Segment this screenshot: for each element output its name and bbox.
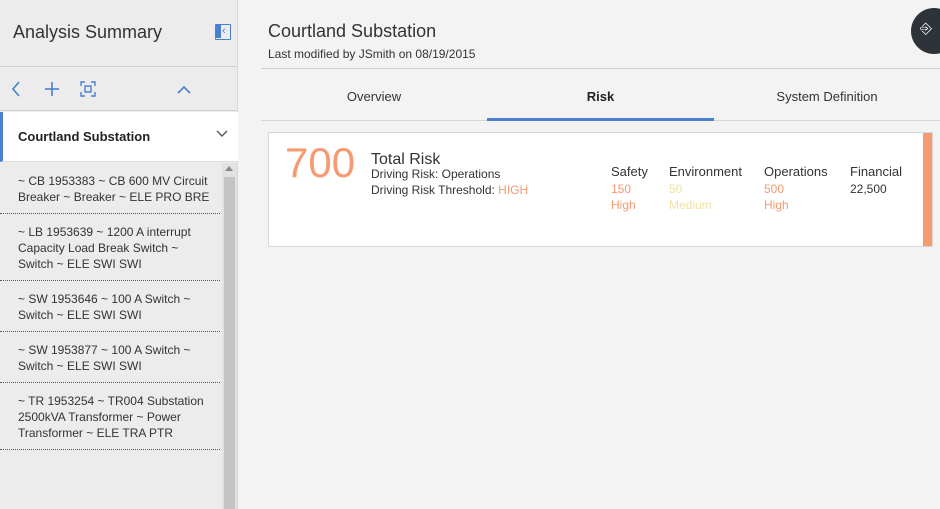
list-item[interactable]: ~ LB 1953639 ~ 1200 A interrupt Capacity…: [0, 214, 220, 281]
asset-list: ~ CB 1953383 ~ CB 600 MV Circuit Breaker…: [0, 163, 222, 509]
metric-financial: Financial 22,500: [850, 164, 902, 197]
back-icon[interactable]: [4, 67, 28, 111]
collapse-panel-icon[interactable]: ‹: [215, 24, 231, 40]
total-risk-value: 700: [285, 139, 356, 186]
list-item[interactable]: ~ CB 1953383 ~ CB 600 MV Circuit Breaker…: [0, 163, 220, 214]
metric-safety: Safety 150 High: [611, 164, 648, 213]
metric-environment: Environment 50 Medium: [669, 164, 742, 213]
tab-bar: Overview Risk System Definition: [261, 72, 940, 121]
chevron-up-icon[interactable]: [172, 67, 196, 111]
focus-icon[interactable]: [76, 67, 100, 111]
sidebar-toolbar: [0, 67, 237, 111]
list-scrollbar[interactable]: [222, 163, 237, 509]
risk-color-indicator: [923, 133, 932, 246]
sidebar: Analysis Summary ‹ Courtland Substation: [0, 0, 238, 509]
threshold-label: Driving Risk Threshold:: [371, 183, 495, 197]
scroll-up-arrow[interactable]: [225, 166, 233, 171]
main-panel: Courtland Substation Last modified by JS…: [238, 0, 940, 509]
scroll-thumb[interactable]: [224, 177, 235, 509]
tab-overview[interactable]: Overview: [261, 72, 487, 121]
list-item[interactable]: ~ SW 1953646 ~ 100 A Switch ~ Switch ~ E…: [0, 281, 220, 332]
metric-value: 500: [764, 182, 785, 196]
metric-value: 22,500: [850, 182, 887, 196]
tree-root-item[interactable]: Courtland Substation: [0, 112, 238, 162]
metric-name: Operations: [764, 164, 828, 179]
driving-risk: Driving Risk: Operations: [371, 167, 501, 181]
metric-level: High: [764, 198, 789, 212]
risk-summary-card: 700 Total Risk Driving Risk: Operations …: [268, 132, 933, 247]
list-item[interactable]: ~ TR 1953254 ~ TR004 Substation 2500kVA …: [0, 383, 220, 450]
tab-system-definition[interactable]: System Definition: [714, 72, 940, 121]
sidebar-title: Analysis Summary: [13, 22, 163, 42]
sidebar-header: Analysis Summary ‹: [0, 0, 237, 67]
metric-value: 150: [611, 182, 632, 196]
metric-level: Medium: [669, 198, 712, 212]
header-divider: [261, 68, 940, 69]
page-subtitle: Last modified by JSmith on 08/19/2015: [268, 47, 476, 61]
metric-value: 50: [669, 182, 683, 196]
metric-operations: Operations 500 High: [764, 164, 828, 213]
metric-name: Financial: [850, 164, 903, 179]
driving-risk-threshold: Driving Risk Threshold: HIGH: [371, 182, 528, 198]
metric-name: Environment: [669, 164, 742, 179]
add-icon[interactable]: [40, 67, 64, 111]
threshold-value: HIGH: [498, 183, 529, 197]
metric-name: Safety: [611, 164, 648, 179]
tree-root-label: Courtland Substation: [18, 129, 151, 144]
metric-level: High: [611, 198, 636, 212]
chevron-down-icon[interactable]: [215, 126, 229, 140]
page-header: Courtland Substation Last modified by JS…: [238, 0, 940, 68]
list-item[interactable]: ~ SW 1953877 ~ 100 A Switch ~ Switch ~ E…: [0, 332, 220, 383]
page-title: Courtland Substation: [268, 21, 437, 41]
tab-risk[interactable]: Risk: [487, 72, 714, 121]
